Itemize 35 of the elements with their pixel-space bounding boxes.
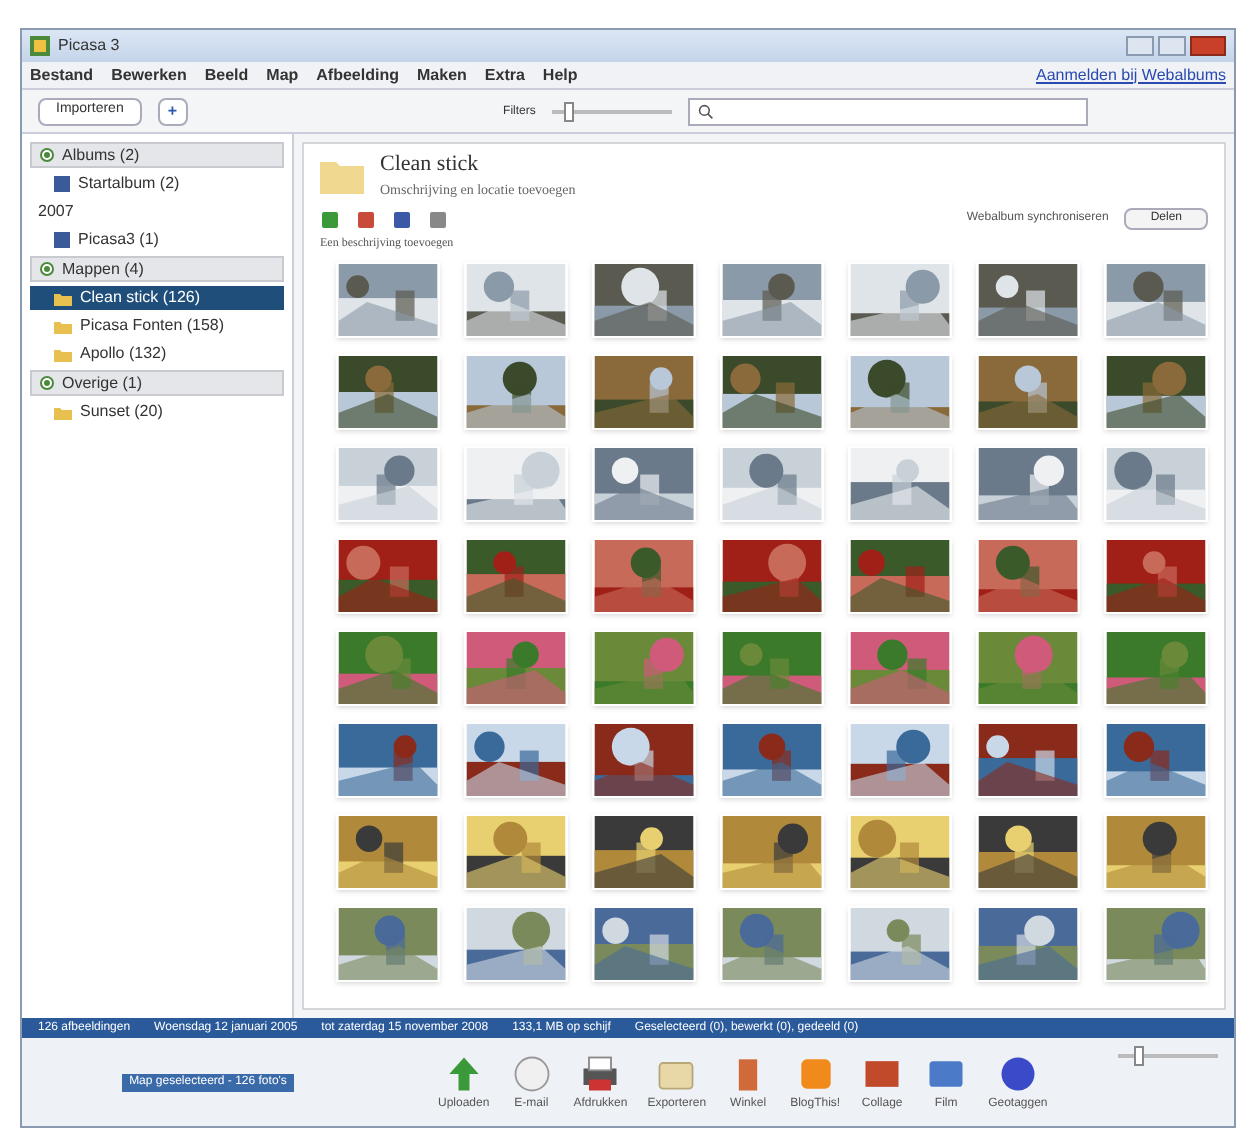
sidebar-item[interactable]: Clean stick (126) — [30, 286, 284, 310]
menu-item[interactable]: Bewerken — [111, 63, 187, 87]
sidebar-item[interactable]: Apollo (132) — [30, 342, 284, 366]
toolbar-icon[interactable] — [356, 209, 376, 230]
group-header[interactable]: Overige (1) — [30, 370, 284, 396]
toolbar-icon[interactable] — [392, 209, 412, 230]
add-button[interactable]: + — [157, 97, 188, 125]
menu-item[interactable]: Map — [266, 63, 299, 87]
printer-icon — [578, 1051, 623, 1095]
album-icon — [54, 232, 70, 248]
minimize-button[interactable] — [1126, 36, 1154, 56]
menu-item[interactable]: Maken — [417, 63, 467, 87]
group-header[interactable]: Albums (2) — [30, 142, 284, 168]
window-title: Picasa 3 — [58, 34, 120, 58]
search-field[interactable] — [687, 97, 1088, 125]
sidebar-item[interactable]: Startalbum (2) — [30, 172, 284, 196]
toolbar-icon[interactable] — [428, 209, 448, 230]
menu-item[interactable]: Bestand — [30, 63, 94, 87]
sidebar-item[interactable]: Sunset (20) — [30, 400, 284, 424]
maximize-button[interactable] — [1158, 36, 1186, 56]
sign-in-link[interactable]: Aanmelden bij Webalbums — [1035, 63, 1226, 87]
menu-item[interactable]: Extra — [484, 63, 525, 87]
sidebar-item[interactable]: Picasa Fonten (158) — [30, 314, 284, 338]
group-header[interactable]: Mappen (4) — [30, 256, 284, 282]
year-label: 2007 — [36, 200, 76, 224]
app-icon — [30, 36, 50, 56]
toolbar-icon[interactable] — [320, 209, 340, 230]
menu-item[interactable]: Beeld — [204, 63, 249, 87]
album-icon — [54, 176, 70, 192]
sidebar-item[interactable]: Picasa3 (1) — [30, 228, 284, 252]
search-icon — [697, 103, 714, 119]
menu-item[interactable]: Help — [542, 63, 578, 87]
folder-title: Clean stick — [380, 152, 481, 180]
menu-item[interactable]: Afbeelding — [316, 63, 399, 87]
close-button[interactable] — [1190, 36, 1226, 56]
